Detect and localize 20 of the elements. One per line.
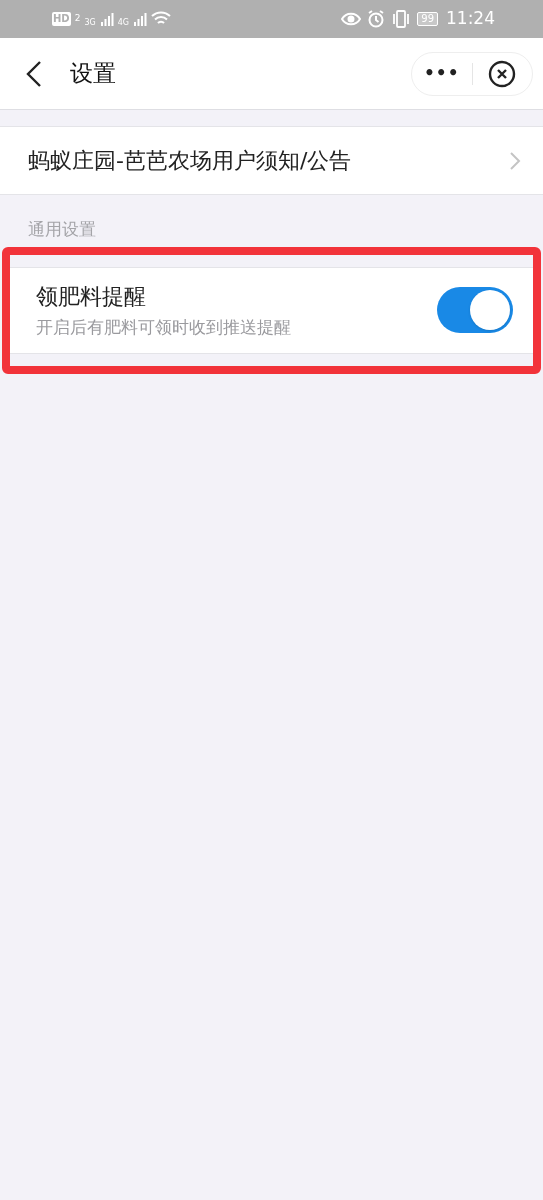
network-label: 3G [84, 17, 96, 29]
vibrate-icon [391, 10, 412, 28]
toggle-switch[interactable] [437, 287, 513, 334]
chevron-icon [509, 150, 521, 171]
signal-icon [99, 12, 114, 26]
clock-time: 11:24 [446, 7, 495, 31]
setting-description: 开启后有肥料可领时收到推送提醒 [36, 316, 291, 339]
section-title: 通用设置 [27, 218, 97, 241]
hd-label: HD [52, 12, 71, 26]
notice-row[interactable]: 蚂蚁庄园-芭芭农场用户须知/公告 [0, 126, 543, 195]
setting-title: 领肥料提醒 [36, 283, 147, 311]
back-icon[interactable] [24, 59, 44, 88]
signal-icon [133, 12, 147, 26]
eye-icon [341, 12, 362, 26]
close-icon [488, 59, 517, 88]
alarm-icon [367, 10, 386, 28]
sim-label: 2 [74, 12, 81, 26]
network-label: 4G [117, 17, 129, 29]
page-title: 设置 [70, 59, 116, 89]
more-button[interactable]: ••• [412, 60, 472, 87]
